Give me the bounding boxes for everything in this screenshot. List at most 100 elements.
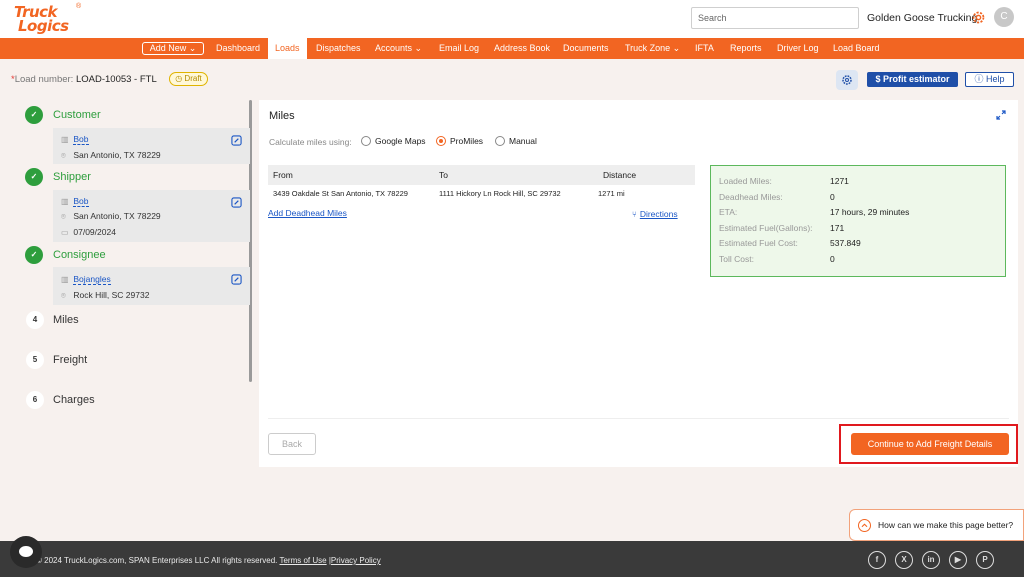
radio-circle [361, 136, 371, 146]
edit-shipper-icon[interactable] [231, 197, 242, 208]
settings-gear-icon[interactable] [970, 9, 987, 26]
x-twitter-icon[interactable]: X [895, 551, 913, 569]
step-freight-title[interactable]: Freight [53, 354, 87, 366]
fuel-gallons-value: 171 [830, 223, 845, 233]
consignee-name-link[interactable]: Bojangles [73, 274, 111, 285]
load-settings-button[interactable] [836, 70, 858, 90]
nav-address-book[interactable]: Address Book [494, 38, 550, 59]
help-button[interactable]: ⓘ Help [965, 72, 1014, 87]
load-number-caption: Load number: [14, 74, 74, 85]
chat-launcher-button[interactable] [10, 536, 42, 568]
facebook-icon[interactable]: f [868, 551, 886, 569]
building-icon: ▥ [61, 135, 69, 144]
col-to: To [439, 170, 448, 180]
nav-load-board[interactable]: Load Board [833, 38, 880, 59]
calc-miles-label: Calculate miles using: [269, 137, 352, 147]
fuel-gallons-label: Estimated Fuel(Gallons): [719, 223, 813, 233]
logo-text-2: Logics [18, 17, 69, 35]
copyright-text: © 2024 TruckLogics.com, SPAN Enterprises… [36, 556, 278, 565]
deadhead-miles-value: 0 [830, 192, 835, 202]
nav-dispatches[interactable]: Dispatches [316, 38, 361, 59]
load-number-label: *Load number: LOAD-10053 - FTL [11, 74, 157, 85]
customer-address: San Antonio, TX 78229 [73, 150, 161, 160]
draft-status-text: Draft [184, 74, 202, 83]
chevron-up-icon [858, 519, 871, 532]
edit-consignee-icon[interactable] [231, 274, 242, 285]
draft-status-badge: ◷ Draft [169, 72, 208, 86]
linkedin-icon[interactable]: in [922, 551, 940, 569]
privacy-link[interactable]: Privacy Policy [331, 556, 381, 565]
consignee-card: ▥ Bojangles ⌾ Rock Hill, SC 29732 [53, 267, 250, 305]
step-charges-number: 6 [26, 391, 44, 409]
user-avatar[interactable]: C [994, 7, 1014, 27]
nav-accounts[interactable]: Accounts ⌄ [375, 38, 422, 59]
location-pin-icon: ⌾ [61, 151, 66, 160]
step-customer-title[interactable]: Customer [53, 109, 101, 121]
help-label: Help [986, 74, 1005, 84]
add-deadhead-miles-link[interactable]: Add Deadhead Miles [268, 208, 347, 218]
step-customer-check-icon: ✓ [25, 106, 43, 124]
loaded-miles-value: 1271 [830, 176, 849, 186]
toll-cost-value: 0 [830, 254, 835, 264]
step-consignee-check-icon: ✓ [25, 246, 43, 264]
directions-link[interactable]: ⑂ Directions [632, 209, 678, 219]
radio-promiles[interactable]: ProMiles [436, 135, 483, 147]
shipper-date: 07/09/2024 [73, 227, 116, 237]
top-header: Truck Logics ® Golden Goose Trucking C [0, 0, 1024, 38]
nav-loads[interactable]: Loads [268, 38, 307, 59]
deadhead-miles-label: Deadhead Miles: [719, 192, 783, 202]
shipper-name-link[interactable]: Bob [73, 196, 89, 207]
nav-truck-zone[interactable]: Truck Zone ⌄ [625, 38, 680, 59]
terms-link[interactable]: Terms of Use [279, 556, 326, 565]
radio-circle-selected [436, 136, 446, 146]
step-shipper-check-icon: ✓ [25, 168, 43, 186]
search-input[interactable] [691, 7, 859, 29]
step-miles-title[interactable]: Miles [53, 314, 79, 326]
footer: © 2024 TruckLogics.com, SPAN Enterprises… [0, 541, 1024, 577]
radio-circle [495, 136, 505, 146]
expand-icon[interactable] [996, 110, 1006, 120]
load-number-value: LOAD-10053 - FTL [75, 74, 157, 85]
gear-icon [842, 75, 852, 85]
loaded-miles-label: Loaded Miles: [719, 176, 772, 186]
company-name[interactable]: Golden Goose Trucking [867, 12, 977, 24]
pinterest-icon[interactable]: P [976, 551, 994, 569]
directions-label: Directions [639, 209, 678, 219]
step-charges-title[interactable]: Charges [53, 394, 95, 406]
customer-card: ▥ Bob ⌾ San Antonio, TX 78229 [53, 128, 250, 164]
nav-dashboard[interactable]: Dashboard [216, 38, 260, 59]
nav-reports[interactable]: Reports [730, 38, 762, 59]
chat-bubble-icon [19, 546, 33, 557]
nav-ifta[interactable]: IFTA [695, 38, 714, 59]
panel-divider [268, 418, 1009, 419]
consignee-address: Rock Hill, SC 29732 [73, 290, 150, 300]
feedback-text: How can we make this page better? [878, 520, 1014, 530]
step-consignee-title[interactable]: Consignee [53, 249, 106, 261]
radio-promiles-label: ProMiles [450, 136, 484, 146]
calendar-icon: ▭ [61, 228, 69, 237]
radio-google-maps[interactable]: Google Maps [361, 135, 426, 147]
continue-highlight-box: Continue to Add Freight Details [839, 424, 1018, 464]
continue-to-freight-button[interactable]: Continue to Add Freight Details [851, 433, 1009, 455]
feedback-widget[interactable]: How can we make this page better? [849, 509, 1024, 541]
radio-manual[interactable]: Manual [495, 135, 537, 147]
back-button[interactable]: Back [268, 433, 316, 455]
route-table-header: From To Distance [268, 165, 695, 185]
location-pin-icon: ⌾ [61, 291, 66, 300]
step-shipper-title[interactable]: Shipper [53, 171, 91, 183]
nav-email-log[interactable]: Email Log [439, 38, 479, 59]
panel-title: Miles [269, 110, 295, 122]
trucklogics-logo[interactable]: Truck Logics ® [12, 3, 86, 35]
toll-cost-label: Toll Cost: [719, 254, 754, 264]
profit-estimator-button[interactable]: $ Profit estimator [867, 72, 958, 87]
customer-name-link[interactable]: Bob [73, 134, 89, 145]
nav-documents[interactable]: Documents [563, 38, 609, 59]
route-to: 1111 Hickory Ln Rock Hill, SC 29732 [439, 189, 561, 198]
nav-driver-log[interactable]: Driver Log [777, 38, 819, 59]
add-new-button[interactable]: Add New ⌄ [142, 42, 204, 55]
youtube-icon[interactable]: ▶ [949, 551, 967, 569]
main-nav: Add New ⌄ Dashboard Loads Dispatches Acc… [0, 38, 1024, 59]
shipper-address: San Antonio, TX 78229 [73, 211, 161, 221]
edit-customer-icon[interactable] [231, 135, 242, 146]
step-freight-number: 5 [26, 351, 44, 369]
